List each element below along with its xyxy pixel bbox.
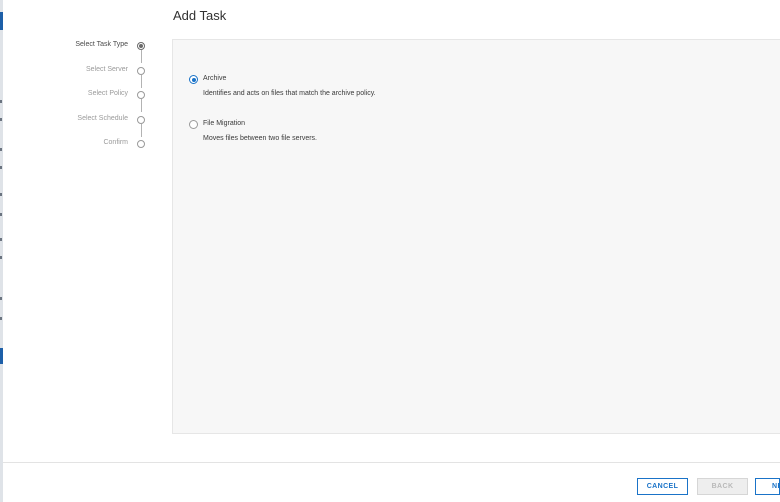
- dialog-title: Add Task: [173, 8, 227, 23]
- background-tick: [0, 148, 2, 151]
- file-migration-description: Moves files between two file servers.: [203, 135, 317, 142]
- cancel-button[interactable]: CANCEL: [637, 478, 688, 495]
- step-pending-indicator-icon: [137, 116, 145, 124]
- background-tick: [0, 193, 2, 196]
- archive-radio[interactable]: [189, 75, 198, 84]
- archive-label[interactable]: Archive: [203, 75, 226, 82]
- step-label: Select Server: [85, 66, 128, 73]
- screen: Add Task Select Task Type Select Server …: [0, 0, 780, 502]
- background-tick: [0, 297, 2, 300]
- step-pending-indicator-icon: [137, 140, 145, 148]
- file-migration-label[interactable]: File Migration: [203, 120, 245, 127]
- task-type-panel: Archive Identifies and acts on files tha…: [172, 39, 780, 434]
- background-tick: [0, 256, 2, 259]
- step-label: Select Task Type: [75, 41, 128, 48]
- file-migration-radio[interactable]: [189, 120, 198, 129]
- background-tick: [0, 317, 2, 320]
- background-tick: [0, 238, 2, 241]
- background-tick: [0, 213, 2, 216]
- step-select-task-type[interactable]: Select Task Type: [3, 40, 153, 54]
- step-current-indicator-icon: [137, 42, 145, 50]
- step-select-server: Select Server: [3, 65, 153, 79]
- footer-divider: [3, 462, 780, 463]
- step-label: Confirm: [103, 139, 128, 146]
- archive-description: Identifies and acts on files that match …: [203, 90, 376, 97]
- step-pending-indicator-icon: [137, 67, 145, 75]
- background-tick: [0, 118, 2, 121]
- step-select-schedule: Select Schedule: [3, 114, 153, 128]
- background-tick: [0, 166, 2, 169]
- add-task-dialog: Add Task Select Task Type Select Server …: [3, 0, 780, 502]
- wizard-stepper: Select Task Type Select Server Select Po…: [3, 37, 153, 152]
- step-confirm: Confirm: [3, 138, 153, 152]
- step-pending-indicator-icon: [137, 91, 145, 99]
- back-button[interactable]: BACK: [697, 478, 748, 495]
- step-label: Select Policy: [87, 90, 128, 97]
- step-label: Select Schedule: [77, 115, 128, 122]
- step-select-policy: Select Policy: [3, 89, 153, 103]
- next-button[interactable]: NE: [755, 478, 780, 495]
- background-tick: [0, 100, 2, 103]
